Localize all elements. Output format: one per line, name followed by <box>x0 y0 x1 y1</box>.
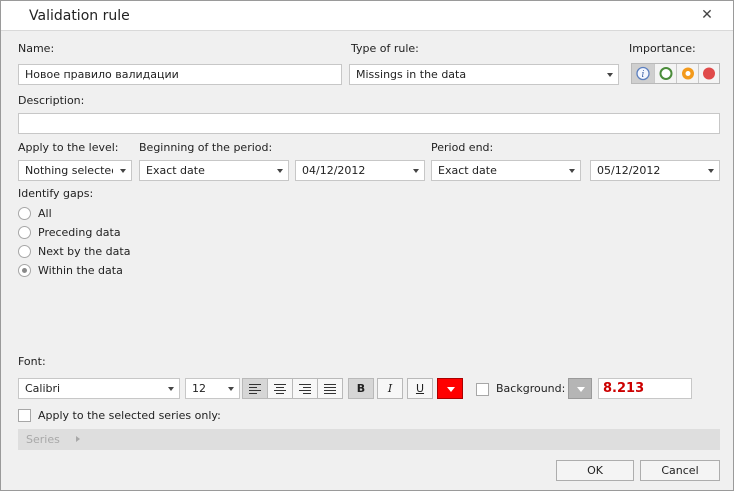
close-icon[interactable]: ✕ <box>699 7 715 23</box>
text-color-button[interactable] <box>437 378 463 399</box>
chevron-down-icon <box>447 387 455 392</box>
gap-option-all[interactable]: All <box>18 205 52 221</box>
series-breadcrumb[interactable]: Series <box>18 429 720 450</box>
chevron-down-icon <box>120 169 126 173</box>
level-select[interactable]: Nothing selected <box>18 160 132 181</box>
apply-series-checkbox[interactable] <box>18 409 31 422</box>
period-end-label: Period end: <box>431 141 494 154</box>
type-of-rule-value: Missings in the data <box>356 68 467 81</box>
importance-high-button[interactable] <box>699 64 719 83</box>
align-right-icon <box>299 384 311 396</box>
type-of-rule-select[interactable]: Missings in the data <box>349 64 619 85</box>
align-left-icon <box>249 384 261 396</box>
red-circle-icon <box>703 67 715 80</box>
ok-button[interactable]: OK <box>556 460 634 481</box>
gap-option-preceding[interactable]: Preceding data <box>18 224 121 240</box>
chevron-down-icon <box>277 169 283 173</box>
align-left-button[interactable] <box>242 378 268 399</box>
name-input[interactable]: Новое правило валидации <box>18 64 342 85</box>
cancel-button[interactable]: Cancel <box>640 460 720 481</box>
title-bar: Validation rule ✕ <box>1 1 733 31</box>
align-center-icon <box>274 384 286 396</box>
background-checkbox[interactable] <box>476 383 489 396</box>
info-icon: i <box>636 66 650 81</box>
font-family-value: Calibri <box>25 382 61 395</box>
end-date-value: 05/12/2012 <box>597 164 661 177</box>
end-mode-value: Exact date <box>438 164 497 177</box>
apply-to-level-label: Apply to the level: <box>18 141 119 154</box>
level-value: Nothing selected <box>25 164 113 177</box>
description-label: Description: <box>18 94 85 107</box>
chevron-down-icon <box>607 73 613 77</box>
importance-info-button[interactable]: i <box>632 64 655 83</box>
importance-medium-button[interactable] <box>677 64 699 83</box>
validation-rule-dialog: Validation rule ✕ Name: Type of rule: Im… <box>0 0 734 491</box>
chevron-right-icon <box>76 436 80 442</box>
name-label: Name: <box>18 42 55 55</box>
align-right-button[interactable] <box>292 378 318 399</box>
begin-mode-select[interactable]: Exact date <box>139 160 289 181</box>
green-circle-icon <box>659 67 673 80</box>
font-size-select[interactable]: 12 <box>185 378 240 399</box>
description-input[interactable] <box>18 113 720 134</box>
align-justify-button[interactable] <box>317 378 343 399</box>
series-breadcrumb-label: Series <box>26 433 60 446</box>
radio-button[interactable] <box>18 206 31 220</box>
importance-selector: i <box>631 63 720 84</box>
gap-option-label: Preceding data <box>38 225 121 239</box>
gap-option-label: Next by the data <box>38 244 131 258</box>
background-label: Background: <box>496 382 566 395</box>
align-center-button[interactable] <box>267 378 293 399</box>
end-date-picker[interactable]: 05/12/2012 <box>590 160 720 181</box>
chevron-down-icon <box>569 169 575 173</box>
type-of-rule-label: Type of rule: <box>351 42 419 55</box>
radio-button-checked[interactable] <box>18 263 31 277</box>
chevron-down-icon <box>708 169 714 173</box>
underline-button[interactable]: U <box>407 378 433 399</box>
chevron-down-icon <box>577 387 585 392</box>
font-size-value: 12 <box>192 382 206 395</box>
format-preview: 8.213 <box>598 378 692 399</box>
importance-label: Importance: <box>629 42 696 55</box>
dialog-title: Validation rule <box>29 8 130 24</box>
align-justify-icon <box>324 384 336 396</box>
importance-low-button[interactable] <box>655 64 677 83</box>
begin-mode-value: Exact date <box>146 164 205 177</box>
apply-series-label: Apply to the selected series only: <box>38 409 221 422</box>
begin-date-value: 04/12/2012 <box>302 164 366 177</box>
font-label: Font: <box>18 355 46 368</box>
gap-option-next[interactable]: Next by the data <box>18 243 130 259</box>
orange-circle-icon <box>682 67 694 80</box>
chevron-down-icon <box>168 387 174 391</box>
bold-button[interactable]: B <box>348 378 374 399</box>
gap-option-label: Within the data <box>38 263 123 277</box>
font-family-select[interactable]: Calibri <box>18 378 180 399</box>
italic-button[interactable]: I <box>377 378 403 399</box>
background-color-button[interactable] <box>568 378 592 399</box>
svg-text:i: i <box>642 70 645 80</box>
end-mode-select[interactable]: Exact date <box>431 160 581 181</box>
begin-date-picker[interactable]: 04/12/2012 <box>295 160 425 181</box>
gap-option-label: All <box>38 206 52 220</box>
chevron-down-icon <box>413 169 419 173</box>
chevron-down-icon <box>228 387 234 391</box>
beginning-of-period-label: Beginning of the period: <box>139 141 273 154</box>
identify-gaps-label: Identify gaps: <box>18 187 94 200</box>
radio-button[interactable] <box>18 225 31 239</box>
radio-button[interactable] <box>18 244 31 258</box>
gap-option-within[interactable]: Within the data <box>18 262 123 278</box>
